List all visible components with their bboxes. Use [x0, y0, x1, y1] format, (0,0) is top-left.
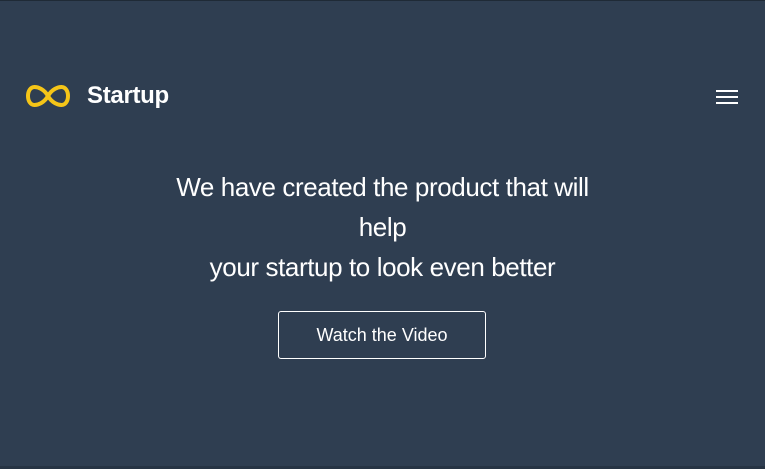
hero-headline: We have created the product that will he…	[100, 167, 665, 287]
watch-video-label: Watch the Video	[316, 324, 448, 345]
brand-logo[interactable]: Startup	[26, 80, 169, 112]
headline-line-1: We have created the product that will	[176, 172, 589, 202]
infinity-icon	[26, 85, 70, 107]
headline-line-3: your startup to look even better	[209, 252, 556, 282]
brand-name: Startup	[87, 82, 169, 109]
headline-line-2: help	[358, 212, 407, 242]
top-border	[0, 0, 765, 1]
hamburger-menu-icon	[716, 90, 738, 104]
hamburger-menu-button[interactable]	[711, 86, 741, 108]
watch-video-button[interactable]: Watch the Video	[278, 311, 486, 359]
